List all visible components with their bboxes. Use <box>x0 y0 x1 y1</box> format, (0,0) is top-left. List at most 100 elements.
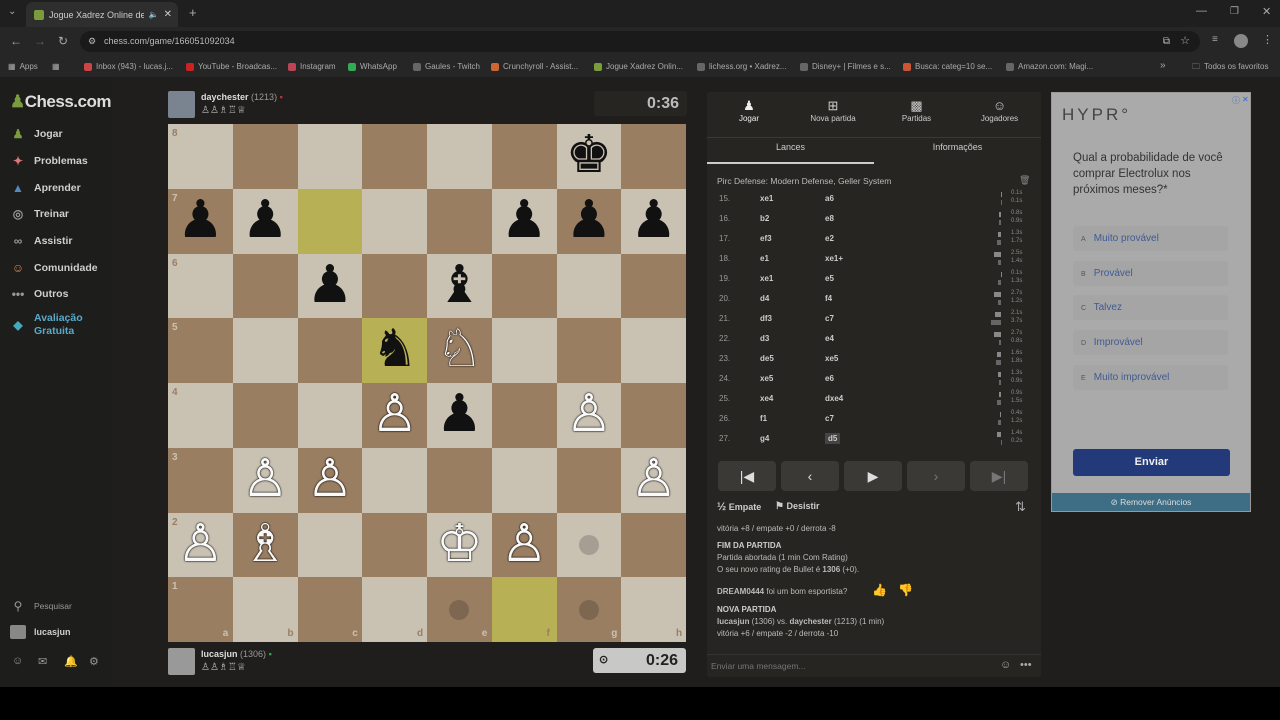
white-move[interactable]: b2 <box>760 214 769 223</box>
square-h6[interactable] <box>621 253 686 319</box>
white-piece-h3[interactable]: ♙ <box>621 448 686 513</box>
white-move[interactable]: d4 <box>760 294 769 303</box>
media-icon[interactable]: ≡ <box>1212 34 1218 45</box>
restore-icon[interactable]: ❐ <box>1230 6 1239 17</box>
white-move[interactable]: g4 <box>760 434 769 443</box>
sidebar-search[interactable]: ⚲ Pesquisar <box>10 595 72 617</box>
notifications-icon[interactable]: 🔔 <box>64 655 78 668</box>
tab-lances[interactable]: Lances <box>707 137 874 164</box>
bottom-player-avatar[interactable] <box>168 648 195 675</box>
ad-option-c[interactable]: C Talvez <box>1073 295 1228 320</box>
messages-icon[interactable]: ✉ <box>38 655 47 668</box>
sidebar-item-treinar[interactable]: ◎ Treinar <box>10 203 69 225</box>
black-piece-a7[interactable]: ♟ <box>168 189 233 254</box>
friends-icon[interactable]: ☺ <box>12 655 23 667</box>
emoji-icon[interactable]: ☺ <box>1000 659 1011 671</box>
bottom-player-name[interactable]: lucasjun <box>201 649 238 659</box>
bookmark-folder[interactable]: 🗀 Todos os favoritos <box>1192 56 1268 77</box>
white-piece-f2[interactable]: ♙ <box>492 513 557 578</box>
white-piece-a2[interactable]: ♙ <box>168 513 233 578</box>
url-field[interactable]: ⚙ chess.com/game/166051092034 ⧉ ☆ <box>80 31 1200 52</box>
move-hint-dot[interactable] <box>449 599 470 620</box>
sidebar-item-assistir[interactable]: ∞ Assistir <box>10 230 73 252</box>
black-move[interactable]: xe1+ <box>825 254 843 263</box>
logo[interactable]: ♟Chess.com <box>10 92 111 112</box>
panel-tab-jogar[interactable]: ♟ Jogar <box>707 96 791 132</box>
square-d8[interactable] <box>362 124 427 189</box>
white-piece-c3[interactable]: ♙ <box>298 448 363 513</box>
ad-option-b[interactable]: B Provável <box>1073 261 1228 286</box>
bookmark-instagram[interactable]: Instagram <box>288 56 336 77</box>
new-tab-icon[interactable]: + <box>189 5 197 20</box>
sidebar-item-problemas[interactable]: ✦ Problemas <box>10 150 88 172</box>
black-move[interactable]: c7 <box>825 314 834 323</box>
top-player-name[interactable]: daychester <box>201 92 249 102</box>
white-move[interactable]: xe4 <box>760 394 773 403</box>
black-piece-h7[interactable]: ♟ <box>621 189 686 254</box>
sidebar-item-outros[interactable]: ••• Outros <box>10 283 69 305</box>
move-hint-dot[interactable] <box>578 599 599 620</box>
browser-menu-icon[interactable]: ⋮ <box>1262 33 1273 46</box>
white-move[interactable]: de5 <box>760 354 774 363</box>
black-move[interactable]: dxe4 <box>825 394 843 403</box>
square-b8[interactable] <box>232 124 298 189</box>
black-piece-d5[interactable]: ♞ <box>362 318 427 383</box>
square-f8[interactable] <box>491 124 557 189</box>
square-h8[interactable] <box>621 124 686 189</box>
sidebar-item-avaliacao[interactable]: ◆ Avaliação Gratuita <box>10 312 105 337</box>
white-move[interactable]: d3 <box>760 334 769 343</box>
white-move[interactable]: xe5 <box>760 374 773 383</box>
more-bookmarks-icon[interactable]: » <box>1160 60 1166 71</box>
bookmark-amazon[interactable]: Amazon.com: Magi... <box>1006 56 1093 77</box>
black-move[interactable]: d5 <box>825 433 841 444</box>
square-e7[interactable] <box>427 188 492 254</box>
remove-ads-button[interactable]: ⊘ Remover Anúncios <box>1052 493 1250 511</box>
trash-icon[interactable]: 🗑 <box>1019 175 1030 186</box>
ad-option-a[interactable]: A Muito provável <box>1073 226 1228 251</box>
bookmark-grid[interactable]: ▦ <box>52 56 60 77</box>
top-player-avatar[interactable] <box>168 91 195 118</box>
window-close-icon[interactable]: ✕ <box>1262 5 1271 18</box>
bookmark-twitch[interactable]: Gaules - Twitch <box>413 56 480 77</box>
sidebar-user[interactable]: lucasjun <box>10 621 71 643</box>
square-f6[interactable] <box>491 253 557 319</box>
white-move[interactable]: f1 <box>760 414 767 423</box>
sidebar-item-jogar[interactable]: ♟ Jogar <box>10 123 63 145</box>
square-b6[interactable] <box>232 253 298 319</box>
black-move[interactable]: a6 <box>825 194 834 203</box>
white-piece-b2[interactable]: ♗ <box>233 513 298 578</box>
white-move[interactable]: e1 <box>760 254 769 263</box>
square-c8[interactable] <box>297 124 363 189</box>
tab-list-icon[interactable]: ⌄ <box>8 6 16 17</box>
bookmark-busca[interactable]: Busca: categ=10 se... <box>903 56 992 77</box>
square-f3[interactable] <box>491 447 557 513</box>
resign-button[interactable]: ⚑ Desistir <box>775 501 820 512</box>
draw-button[interactable]: ½ Empate <box>717 501 761 513</box>
play-button[interactable]: ▶ <box>844 461 902 491</box>
previous-move-button[interactable]: ‹ <box>781 461 839 491</box>
bookmark-gmail[interactable]: Inbox (943) - lucas.j... <box>84 56 173 77</box>
white-piece-d4[interactable]: ♙ <box>362 383 427 448</box>
thumbs-up-icon[interactable]: 👍 <box>872 583 887 597</box>
chat-input[interactable] <box>711 658 991 674</box>
black-move[interactable]: e6 <box>825 374 834 383</box>
install-icon[interactable]: ⧉ <box>1163 31 1170 52</box>
black-move[interactable]: c7 <box>825 414 834 423</box>
square-f4[interactable] <box>491 383 557 448</box>
square-d2[interactable] <box>362 512 427 578</box>
chess-board[interactable]: 8 7 6 5 4 3 2 1 a b c d e f g h ♚ ♟ ♟ ♟ ♟ ♟ ♟ ♝ ♞ ♘ ♙ ♟ ♙ ♙ ♙ ♙ ♙ ♗ ♔ ♙ <box>168 124 686 642</box>
black-move[interactable]: e4 <box>825 334 834 343</box>
panel-tab-nova-partida[interactable]: ⊞ Nova partida <box>791 96 875 132</box>
square-d7[interactable] <box>362 188 427 254</box>
bookmark-youtube[interactable]: YouTube - Broadcas... <box>186 56 277 77</box>
square-h2[interactable] <box>621 512 686 578</box>
tab-audio-icon[interactable]: 🔈 <box>149 10 159 19</box>
white-move[interactable]: ef3 <box>760 234 772 243</box>
move-hint-dot[interactable] <box>578 534 599 555</box>
chat-more-icon[interactable]: ••• <box>1020 659 1032 671</box>
square-g5[interactable] <box>556 318 622 383</box>
black-piece-g8[interactable]: ♚ <box>557 124 622 189</box>
white-piece-g4[interactable]: ♙ <box>557 383 622 448</box>
panel-tab-partidas[interactable]: ▩ Partidas <box>875 96 958 132</box>
square-h5[interactable] <box>621 318 686 383</box>
